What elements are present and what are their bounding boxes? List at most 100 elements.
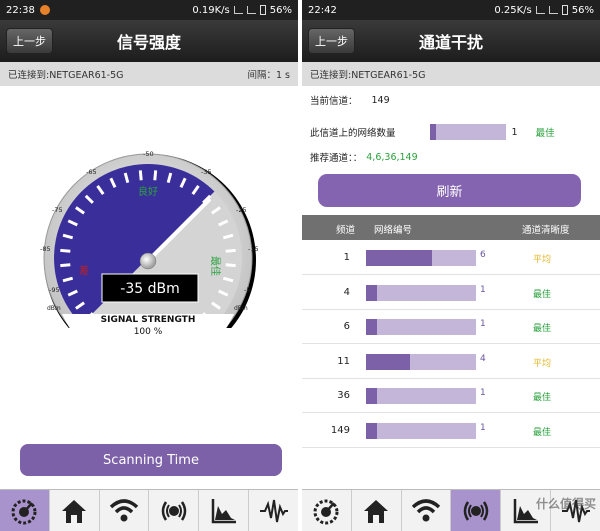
row-network-count: 1 [480, 422, 486, 433]
networks-count: 1 [511, 126, 518, 138]
radar-icon [161, 500, 187, 521]
gauge-icon [313, 499, 339, 524]
row-network-bar [366, 422, 476, 439]
networks-label: 此信道上的网络数量 [310, 128, 396, 139]
battery-icon [561, 5, 568, 15]
status-time: 22:42 [308, 4, 337, 16]
column-channel: 频道 [336, 225, 356, 236]
row-network-bar [366, 284, 476, 301]
recommend-label: 推荐通道：： [310, 153, 363, 164]
connection-bar: 已连接到:NETGEAR61-5G [302, 62, 600, 86]
tab-home[interactable] [352, 490, 402, 531]
current-channel-row: 当前信道： 149 [310, 93, 390, 108]
cell-signal-icon [246, 6, 256, 14]
status-time: 22:38 [6, 4, 35, 16]
row-network-count: 1 [480, 319, 486, 329]
networks-on-channel-row: 此信道上的网络数量 1 最佳 [310, 124, 555, 140]
home-icon [364, 499, 389, 523]
gauge-tick [225, 263, 236, 268]
row-network-bar-fill [366, 353, 410, 370]
status-bar: 22:42 0.25K/s 56% [302, 0, 600, 20]
scale-label: -65 [86, 168, 97, 176]
gauge-tick [60, 248, 71, 253]
gauge-tick [153, 170, 158, 181]
tab-home[interactable] [50, 490, 100, 531]
waveform-icon [259, 499, 288, 522]
table-row: 1 6 平均 [302, 241, 600, 275]
row-clarity: 最佳 [533, 289, 552, 300]
row-network-bar-fill [366, 388, 377, 404]
networks-bar-fill [429, 124, 436, 140]
tab-radar[interactable] [451, 490, 502, 531]
gauge-icon [11, 499, 37, 524]
network-speed: 0.25K/s [494, 4, 532, 16]
tab-wifi[interactable] [402, 490, 452, 531]
notification-icon [39, 5, 50, 15]
back-button[interactable]: 上一步 [308, 28, 355, 54]
tab-waveform[interactable] [249, 490, 298, 531]
signal-gauge: SIGNAL STRENGTH 100 % 良好 差 最佳 -95 -85 -7… [0, 150, 298, 356]
watermark: 什么值得买 [535, 497, 596, 511]
networks-rating: 最佳 [535, 128, 555, 139]
graph-icon [211, 498, 236, 523]
tab-signal-meter[interactable] [302, 490, 352, 531]
gauge-tick [60, 263, 71, 268]
page-title: 通道干扰 [418, 33, 483, 52]
recommended-channels-row: 推荐通道：： 4,6,36,149 [310, 150, 418, 165]
zone-label-poor: 差 [79, 264, 89, 277]
tab-graph[interactable] [199, 490, 250, 531]
table-row: 11 4 平均 [302, 345, 600, 379]
row-network-bar-fill [366, 422, 377, 439]
current-channel-label: 当前信道： [310, 96, 358, 107]
row-channel: 4 [343, 286, 350, 298]
wifi-icon [109, 498, 139, 521]
gauge-tick [138, 170, 143, 181]
network-speed: 0.19K/s [192, 4, 230, 16]
tab-signal-meter[interactable] [0, 490, 50, 531]
scale-label: -95 [49, 286, 60, 294]
row-clarity: 平均 [533, 358, 552, 369]
row-channel: 11 [337, 355, 350, 367]
battery-level: 56% [571, 4, 594, 16]
scale-label: -5 [244, 286, 250, 294]
title-bar: 上一步 通道干扰 [302, 20, 600, 62]
zone-label-good: 良好 [138, 185, 158, 198]
row-clarity: 最佳 [533, 324, 552, 334]
recommend-value: 4,6,36,149 [366, 151, 418, 163]
back-button[interactable]: 上一步 [6, 28, 53, 54]
row-clarity: 平均 [533, 255, 552, 265]
row-network-bar [366, 250, 476, 266]
column-clarity: 通道清晰度 [522, 225, 570, 236]
wifi-status-icon [535, 6, 545, 14]
connection-bar: 已连接到:NETGEAR61-5G 间隔：1 s [0, 62, 298, 86]
table-row: 4 1 最佳 [302, 276, 600, 310]
current-channel-value: 149 [371, 94, 390, 106]
gauge-tick [225, 248, 236, 253]
scanning-time-button[interactable]: Scanning Time [20, 444, 282, 476]
wifi-icon [411, 498, 441, 521]
refresh-button[interactable]: 刷新 [318, 174, 581, 207]
networks-bar [429, 124, 506, 140]
signal-reading: -35 dBm [120, 281, 179, 297]
row-network-count: 1 [480, 388, 486, 398]
status-bar: 22:38 0.19K/s 56% [0, 0, 298, 20]
bottom-tab-bar [0, 489, 298, 531]
row-network-count: 6 [480, 250, 486, 260]
tab-wifi[interactable] [100, 490, 150, 531]
tab-radar[interactable] [149, 490, 200, 531]
row-network-bar [366, 353, 476, 370]
table-row: 149 1 最佳 [302, 414, 600, 448]
scale-label: -50 [143, 150, 154, 158]
row-network-count: 1 [480, 284, 486, 295]
home-icon [62, 499, 87, 523]
radar-icon [463, 500, 489, 521]
scale-unit: dBm [234, 305, 248, 312]
cell-signal-icon [548, 6, 558, 14]
scale-label: -85 [40, 245, 51, 253]
scale-label: -15 [248, 245, 259, 253]
scale-label: -25 [236, 206, 247, 214]
row-clarity: 最佳 [533, 427, 552, 438]
table-row: 36 1 最佳 [302, 379, 600, 413]
scale-unit: dBm [47, 305, 61, 312]
gauge-caption: SIGNAL STRENGTH [101, 315, 196, 325]
